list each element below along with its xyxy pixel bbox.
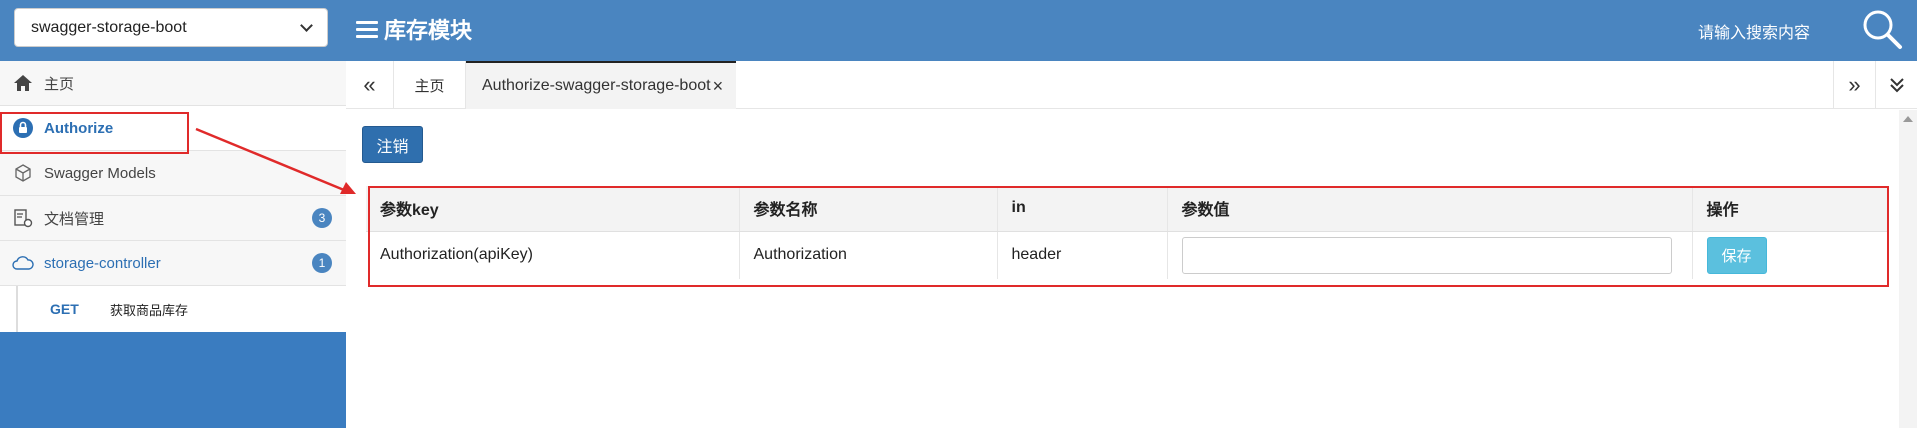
home-icon — [12, 72, 34, 94]
tab-home[interactable]: 主页 — [394, 61, 466, 109]
scrollbar[interactable] — [1899, 110, 1917, 428]
highlight-box-authorize — [0, 112, 189, 154]
module-title[interactable]: 库存模块 — [356, 13, 472, 45]
search-icon[interactable] — [1860, 7, 1904, 51]
tab-label: Authorize-swagger-storage-boot — [482, 77, 711, 94]
scroll-up-arrow-icon[interactable] — [1903, 116, 1913, 122]
sidebar-item-label: 主页 — [44, 75, 75, 93]
search-input[interactable]: 请输入搜索内容 — [1698, 19, 1810, 43]
menu-icon[interactable] — [356, 19, 378, 39]
cloud-icon — [12, 252, 34, 274]
api-item-get-storage[interactable]: GET 获取商品库存 — [16, 286, 346, 332]
sidebar-item-label: Swagger Models — [44, 164, 156, 182]
count-badge: 1 — [312, 253, 332, 273]
tab-next-button[interactable]: » — [1833, 61, 1875, 109]
tab-prev-button[interactable]: « — [346, 61, 394, 109]
cube-icon — [12, 162, 34, 184]
tab-menu-button[interactable] — [1875, 61, 1917, 109]
group-select[interactable]: swagger-storage-boot — [14, 8, 328, 47]
tab-authorize[interactable]: Authorize-swagger-storage-boot × — [466, 61, 736, 109]
api-item-label: 获取商品库存 — [110, 302, 189, 318]
module-title-text: 库存模块 — [384, 18, 473, 43]
group-select-value: swagger-storage-boot — [31, 18, 187, 36]
close-icon[interactable]: × — [713, 76, 724, 97]
sidebar-item-doc-management[interactable]: 文档管理 3 — [0, 196, 346, 241]
highlight-box-table — [368, 186, 1889, 287]
http-method-label: GET — [50, 301, 79, 317]
sidebar-item-home[interactable]: 主页 — [0, 61, 346, 106]
doc-settings-icon — [12, 207, 34, 229]
sidebar-item-label: storage-controller — [44, 254, 161, 272]
top-header: swagger-storage-boot 库存模块 请输入搜索内容 — [0, 0, 1917, 61]
count-badge: 3 — [312, 208, 332, 228]
double-chevron-down-icon — [1889, 78, 1904, 93]
chevron-down-icon — [300, 18, 313, 32]
sidebar-item-label: 文档管理 — [44, 210, 105, 228]
tab-bar: « 主页 Authorize-swagger-storage-boot × » — [346, 61, 1917, 109]
sidebar-item-storage-controller[interactable]: storage-controller 1 — [0, 241, 346, 286]
logout-button[interactable]: 注销 — [362, 126, 423, 163]
sidebar-item-swagger-models[interactable]: Swagger Models — [0, 151, 346, 196]
